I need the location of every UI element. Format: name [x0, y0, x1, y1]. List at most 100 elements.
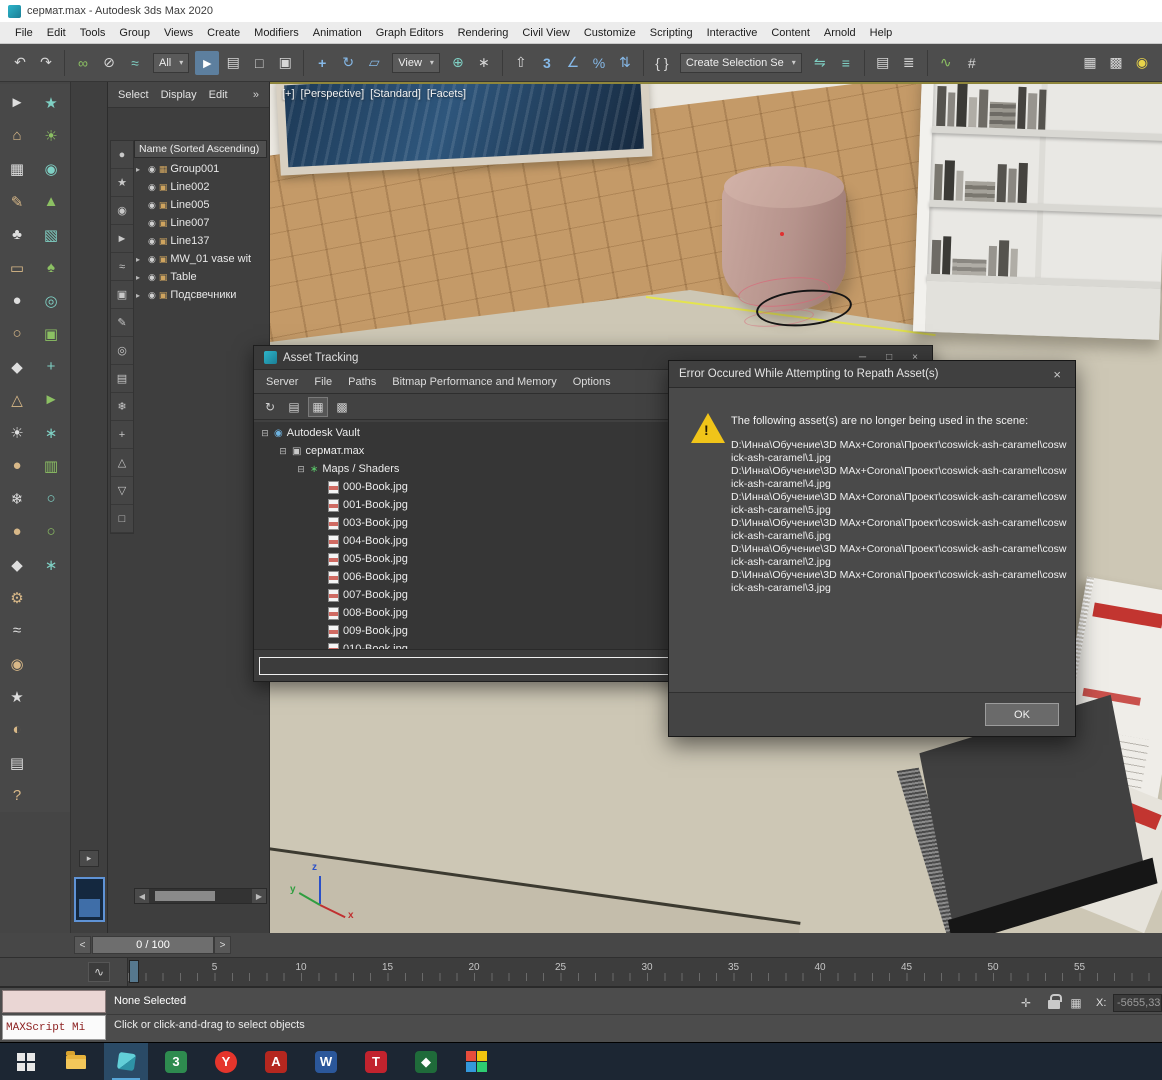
tool-icon[interactable]: ∗: [45, 424, 58, 442]
filter-icon[interactable]: +: [111, 421, 133, 449]
expand-arrow-icon[interactable]: ▸: [136, 273, 145, 282]
filter-icon[interactable]: ★: [111, 169, 133, 197]
redo-icon[interactable]: ↷: [34, 51, 58, 75]
time-slider[interactable]: 0 / 100: [92, 936, 214, 954]
list-item[interactable]: ▸◉▦Group001: [134, 160, 267, 178]
previous-frame-button[interactable]: <: [74, 936, 91, 954]
expand-arrow-icon[interactable]: ▸: [136, 165, 145, 174]
filter-icon[interactable]: ≈: [111, 253, 133, 281]
taskbar-browser[interactable]: Y: [204, 1043, 248, 1080]
taskbar-app-green[interactable]: ◆: [404, 1043, 448, 1080]
menu-customize[interactable]: Customize: [577, 27, 643, 39]
taskbar-word[interactable]: W: [304, 1043, 348, 1080]
menu-interactive[interactable]: Interactive: [700, 27, 765, 39]
curve-editor-icon[interactable]: ∿: [934, 51, 958, 75]
asset-filename[interactable]: 004-Book.jpg: [343, 535, 408, 547]
tool-icon[interactable]: ●: [12, 457, 21, 474]
tree-node-label[interactable]: Autodesk Vault: [287, 427, 360, 439]
tool-icon[interactable]: +: [47, 358, 56, 375]
bookshelf[interactable]: [913, 82, 1162, 340]
taskbar-file-explorer[interactable]: [54, 1043, 98, 1080]
tool-icon[interactable]: ◎: [44, 292, 57, 310]
close-icon[interactable]: ×: [1049, 367, 1065, 382]
collapse-icon[interactable]: ⊟: [260, 428, 270, 439]
expand-arrow-icon[interactable]: ▸: [136, 255, 145, 264]
menu-civil-view[interactable]: Civil View: [515, 27, 576, 39]
tool-icon[interactable]: ▣: [44, 325, 58, 343]
menu-group[interactable]: Group: [112, 27, 157, 39]
filter-icon[interactable]: △: [111, 449, 133, 477]
filter-icon[interactable]: ▽: [111, 477, 133, 505]
menu-edit[interactable]: Edit: [40, 27, 73, 39]
tree-view-icon[interactable]: ▦: [308, 397, 328, 417]
collapse-icon[interactable]: ⊟: [278, 446, 288, 457]
list-item[interactable]: ◉▣Line005: [134, 196, 267, 214]
maxscript-mini-listener[interactable]: [2, 990, 106, 1013]
menu-tools[interactable]: Tools: [73, 27, 113, 39]
select-by-name-icon[interactable]: ▤: [221, 51, 245, 75]
asset-filename[interactable]: 001-Book.jpg: [343, 499, 408, 511]
bind-to-space-warp-icon[interactable]: ≈: [123, 51, 147, 75]
taskbar-3dsmax[interactable]: 3: [154, 1043, 198, 1080]
collapse-icon[interactable]: ⊟: [296, 464, 306, 475]
grid-snapshot-icon[interactable]: ▦: [1066, 994, 1086, 1012]
scrollbar-thumb[interactable]: [155, 891, 215, 901]
tool-icon[interactable]: ⌂: [12, 127, 21, 144]
menu-options[interactable]: Options: [565, 376, 619, 388]
tool-icon[interactable]: ▲: [44, 193, 59, 210]
x-coordinate-field[interactable]: -5655,33: [1113, 994, 1162, 1012]
scrollbar-track[interactable]: [149, 889, 252, 903]
filter-icon[interactable]: ◉: [111, 197, 133, 225]
percent-snap-icon[interactable]: %: [587, 51, 611, 75]
tab-select[interactable]: Select: [112, 89, 155, 101]
tool-icon[interactable]: ●: [12, 292, 21, 309]
window-crossing-icon[interactable]: ▣: [273, 51, 297, 75]
ok-button[interactable]: OK: [985, 703, 1059, 726]
list-item[interactable]: ▸◉▣Подсвечники: [134, 286, 267, 304]
snaps-toggle-icon[interactable]: 3: [535, 51, 559, 75]
select-and-move-icon[interactable]: +: [310, 51, 334, 75]
select-and-manipulate-icon[interactable]: ∗: [472, 51, 496, 75]
scroll-right-icon[interactable]: ▶: [252, 889, 266, 903]
object-name[interactable]: MW_01 vase wit: [170, 253, 251, 265]
tool-icon[interactable]: ◆: [11, 556, 23, 574]
asset-filename[interactable]: 007-Book.jpg: [343, 589, 408, 601]
expand-arrow-icon[interactable]: ▸: [79, 850, 99, 867]
eye-icon[interactable]: ◉: [148, 182, 156, 193]
list-item[interactable]: ◉▣Line007: [134, 214, 267, 232]
viewport-menu-pov[interactable]: [Perspective]: [301, 88, 365, 100]
select-and-link-icon[interactable]: ∞: [71, 51, 95, 75]
keyboard-override-icon[interactable]: ⇧: [509, 51, 533, 75]
eye-icon[interactable]: ◉: [148, 254, 156, 265]
tool-icon[interactable]: ◆: [11, 358, 23, 376]
mirror-icon[interactable]: ⇋: [808, 51, 832, 75]
name-column-header[interactable]: Name (Sorted Ascending): [134, 140, 267, 158]
filter-icon[interactable]: ►: [111, 225, 133, 253]
maxscript-listener-label[interactable]: MAXScript Mi: [2, 1015, 106, 1040]
asset-filename[interactable]: 005-Book.jpg: [343, 553, 408, 565]
filter-icon[interactable]: ●: [111, 141, 133, 169]
filter-icon[interactable]: ▤: [111, 365, 133, 393]
object-name[interactable]: Line002: [170, 181, 209, 193]
viewport-layout-tab[interactable]: [74, 877, 105, 922]
tool-icon[interactable]: ⚙: [10, 589, 23, 607]
reference-coordinate-dropdown[interactable]: View▾: [392, 53, 440, 73]
tool-icon[interactable]: ▥: [44, 457, 58, 475]
object-name[interactable]: Line137: [170, 235, 209, 247]
refresh-icon[interactable]: ↻: [260, 397, 280, 417]
menu-arnold[interactable]: Arnold: [817, 27, 863, 39]
undo-icon[interactable]: ↶: [8, 51, 32, 75]
align-icon[interactable]: ≡: [834, 51, 858, 75]
menu-help[interactable]: Help: [863, 27, 900, 39]
help-tool-icon[interactable]: ?: [13, 787, 21, 804]
error-dialog-titlebar[interactable]: Error Occured While Attempting to Repath…: [669, 361, 1075, 388]
horizontal-scrollbar[interactable]: ◀ ▶: [134, 888, 267, 904]
selection-lock-icon[interactable]: [1048, 1000, 1060, 1009]
angle-snap-icon[interactable]: ∠: [561, 51, 585, 75]
schematic-view-icon[interactable]: #: [960, 51, 984, 75]
mini-curve-editor-icon[interactable]: ∿: [88, 962, 110, 982]
unlink-selection-icon[interactable]: ⊘: [97, 51, 121, 75]
object-name[interactable]: Group001: [170, 163, 219, 175]
menu-server[interactable]: Server: [258, 376, 306, 388]
tool-icon[interactable]: ●: [12, 523, 21, 540]
